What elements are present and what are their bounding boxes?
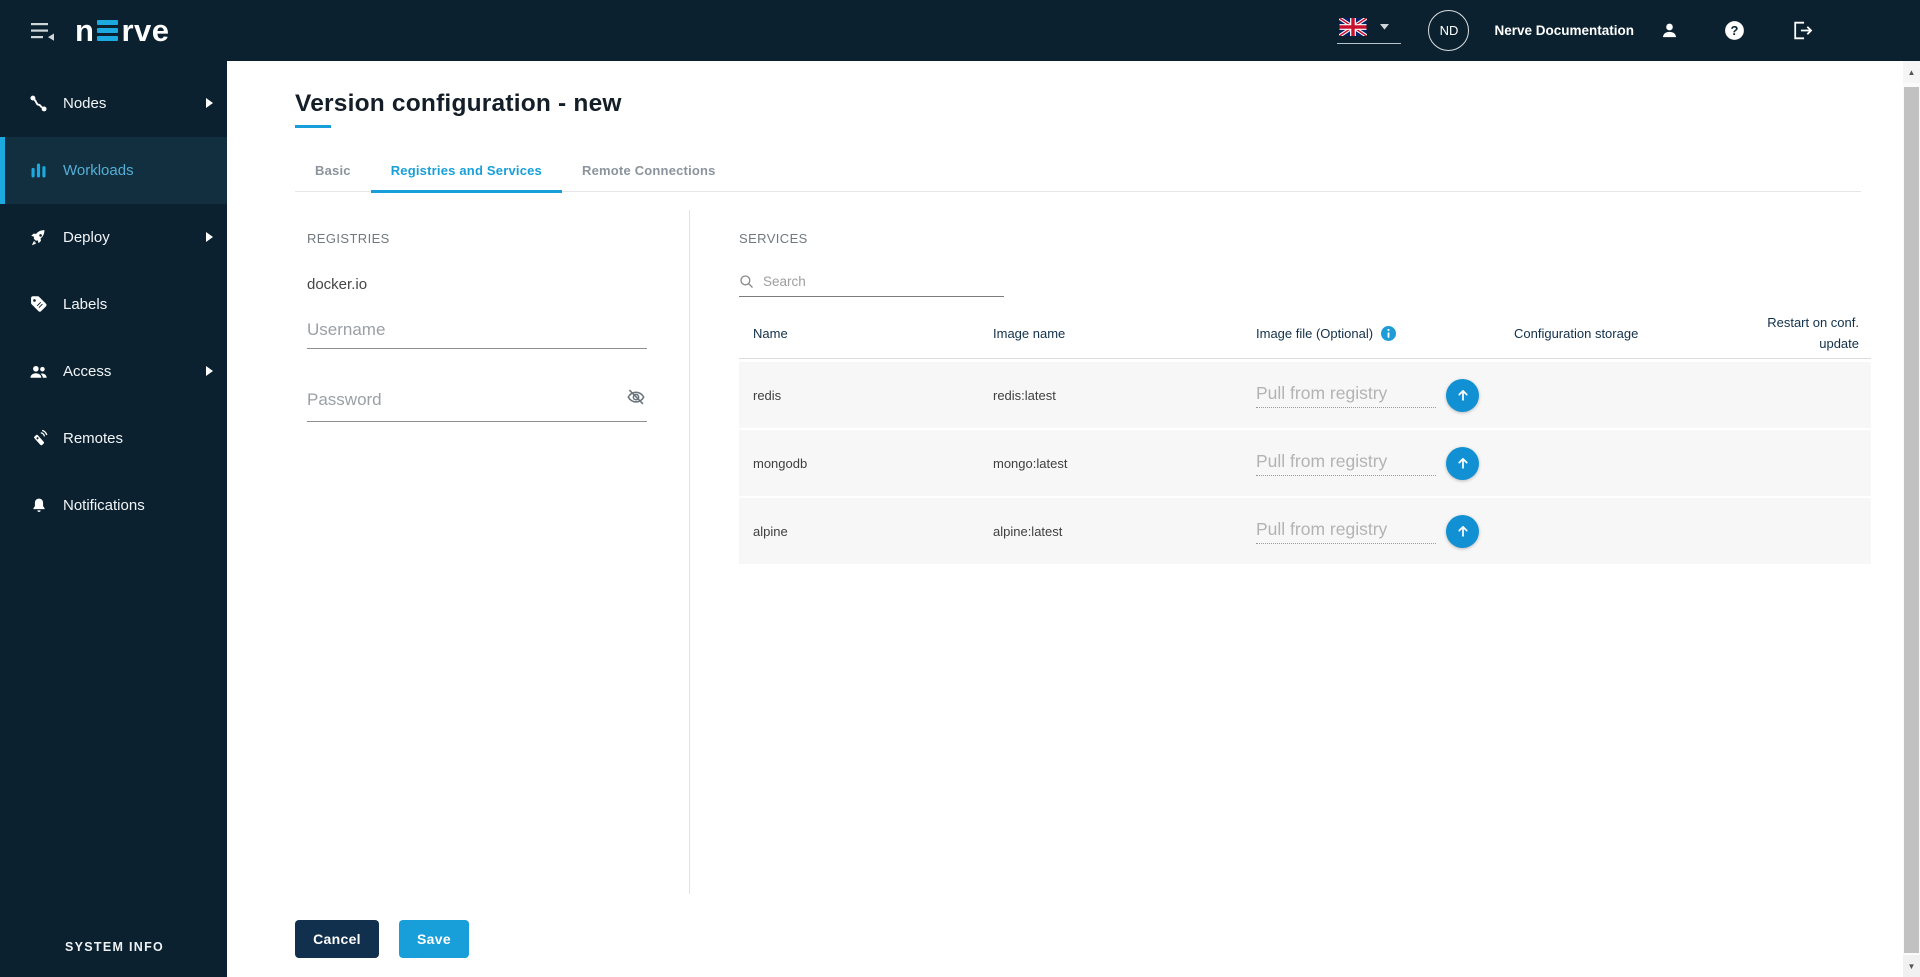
- table-header: Name Image name Image file (Optional) Co…: [739, 309, 1871, 359]
- help-icon[interactable]: ?: [1723, 19, 1746, 42]
- nerve-logo[interactable]: n rve: [75, 13, 169, 49]
- service-name: mongodb: [753, 455, 808, 471]
- topbar: n rve ND Nerve Documentation ?: [0, 0, 1920, 61]
- table-body: redis redis:latest Pull from registry mo…: [739, 362, 1871, 564]
- logo-text-rve: rve: [121, 12, 170, 48]
- tab-remote-connections[interactable]: Remote Connections: [562, 155, 736, 191]
- chevron-right-icon: [206, 95, 213, 113]
- logout-icon[interactable]: [1790, 18, 1815, 43]
- sidebar-item-nodes[interactable]: Nodes: [0, 70, 227, 137]
- title-underline: [295, 125, 331, 128]
- uk-flag-icon: [1339, 17, 1368, 36]
- scrollbar-down-arrow[interactable]: ▼: [1903, 955, 1920, 977]
- col-header-configuration-storage: Configuration storage: [1514, 326, 1639, 341]
- account-icon[interactable]: [1659, 20, 1680, 41]
- sidebar-item-label: Access: [63, 363, 112, 380]
- chevron-right-icon: [206, 229, 213, 247]
- upload-image-button[interactable]: [1446, 378, 1479, 412]
- services-table: Name Image name Image file (Optional) Co…: [739, 309, 1871, 564]
- password-field[interactable]: [307, 389, 617, 410]
- logo-e-bars-icon: [97, 20, 119, 41]
- username-field[interactable]: [307, 320, 647, 340]
- workloads-icon: [28, 160, 49, 181]
- visibility-off-icon[interactable]: [625, 386, 647, 413]
- info-icon[interactable]: [1381, 326, 1397, 341]
- service-image-name: redis:latest: [993, 387, 1056, 403]
- sidebar-collapse-icon[interactable]: [31, 21, 55, 41]
- username-field-wrap: [307, 320, 647, 349]
- services-panel: SERVICES Name Image name Image file (Opt…: [690, 210, 1903, 894]
- registries-section-label: REGISTRIES: [307, 231, 390, 246]
- footer-actions: Cancel Save: [295, 920, 469, 958]
- image-file-input[interactable]: Pull from registry: [1256, 383, 1436, 408]
- table-row: redis redis:latest Pull from registry: [739, 362, 1871, 428]
- table-row: mongodb mongo:latest Pull from registry: [739, 430, 1871, 496]
- col-header-name: Name: [753, 326, 788, 341]
- chevron-right-icon: [206, 363, 213, 381]
- tab-registries-and-services[interactable]: Registries and Services: [370, 155, 562, 193]
- cancel-button[interactable]: Cancel: [295, 920, 379, 958]
- chevron-down-icon: [1380, 23, 1390, 30]
- sidebar-item-label: Notifications: [63, 497, 145, 514]
- svg-text:?: ?: [1731, 23, 1739, 38]
- sidebar-item-notifications[interactable]: Notifications: [0, 472, 227, 539]
- nodes-icon: [28, 93, 49, 114]
- search-box: [739, 274, 1004, 297]
- notifications-bell-icon: [28, 495, 49, 516]
- sidebar-item-label: Remotes: [63, 430, 124, 447]
- sidebar-item-label: Deploy: [63, 229, 110, 246]
- labels-tag-icon: [28, 294, 49, 315]
- sidebar-item-labels[interactable]: Labels: [0, 271, 227, 338]
- page-title: Version configuration - new: [295, 90, 622, 117]
- sidebar-item-label: Nodes: [63, 95, 107, 112]
- col-header-restart: Restart on conf. update: [1767, 315, 1859, 351]
- access-people-icon: [28, 361, 49, 382]
- save-button[interactable]: Save: [399, 920, 469, 958]
- col-header-image-file: Image file (Optional): [1256, 326, 1514, 341]
- scrollbar: ▲ ▼: [1903, 61, 1920, 977]
- sidebar-item-workloads[interactable]: Workloads: [0, 137, 227, 204]
- tab-basic[interactable]: Basic: [295, 155, 371, 191]
- service-name: alpine: [753, 523, 788, 539]
- deploy-rocket-icon: [28, 227, 49, 248]
- avatar-initials: ND: [1439, 23, 1459, 38]
- sidebar-item-label: Workloads: [63, 162, 134, 179]
- sidebar-item-deploy[interactable]: Deploy: [0, 204, 227, 271]
- image-file-input[interactable]: Pull from registry: [1256, 451, 1436, 476]
- sidebar-item-label: Labels: [63, 296, 108, 313]
- language-select-underline: [1337, 42, 1402, 44]
- services-section-label: SERVICES: [739, 231, 808, 246]
- upload-image-button[interactable]: [1446, 446, 1479, 480]
- scrollbar-up-arrow[interactable]: ▲: [1903, 61, 1920, 83]
- user-name: Nerve Documentation: [1494, 23, 1634, 38]
- remotes-icon: [28, 428, 49, 449]
- main-content: Version configuration - new Basic Regist…: [227, 61, 1903, 977]
- tabs: Basic Registries and Services Remote Con…: [295, 155, 1861, 193]
- image-file-input[interactable]: Pull from registry: [1256, 519, 1436, 544]
- avatar[interactable]: ND: [1428, 10, 1470, 51]
- password-field-wrap: [307, 386, 647, 422]
- col-header-image-name: Image name: [993, 326, 1066, 341]
- table-row: alpine alpine:latest Pull from registry: [739, 498, 1871, 564]
- search-icon: [739, 274, 754, 289]
- language-select[interactable]: [1337, 17, 1402, 44]
- service-name: redis: [753, 387, 782, 403]
- registries-panel: REGISTRIES docker.io: [227, 210, 690, 894]
- logo-text-n: n: [75, 12, 95, 48]
- sidebar-item-access[interactable]: Access: [0, 338, 227, 405]
- sidebar-item-remotes[interactable]: Remotes: [0, 405, 227, 472]
- service-image-name: alpine:latest: [993, 523, 1063, 539]
- registry-name[interactable]: docker.io: [307, 276, 649, 293]
- sidebar: Nodes Workloads Deploy Labels Access Rem…: [0, 61, 227, 977]
- topbar-right: ND Nerve Documentation ?: [1337, 10, 1920, 51]
- system-info-link[interactable]: SYSTEM INFO: [65, 940, 164, 954]
- upload-image-button[interactable]: [1446, 514, 1479, 548]
- scrollbar-thumb[interactable]: [1904, 87, 1919, 953]
- service-image-name: mongo:latest: [993, 455, 1068, 471]
- search-input[interactable]: [763, 274, 1004, 289]
